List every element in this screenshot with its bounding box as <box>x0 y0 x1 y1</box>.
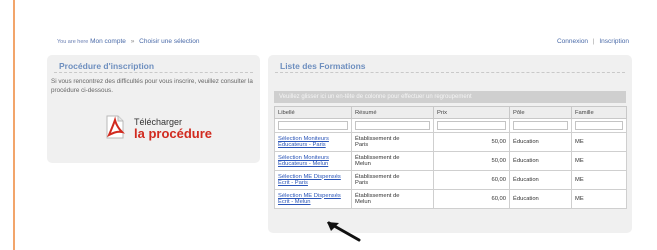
pointer-arrow-icon <box>327 221 361 242</box>
breadcrumb-separator: » <box>130 38 135 45</box>
formations-panel: Liste des Formations Veuillez glisser ic… <box>268 55 632 233</box>
top-links-separator: | <box>592 38 595 45</box>
breadcrumb-my-account-link[interactable]: Mon compte <box>90 38 126 45</box>
breadcrumb-choose-selection-link[interactable]: Choisir une sélection <box>139 38 199 45</box>
price-cell: 60,00 <box>433 170 510 190</box>
table-row: Sélection Moniteurs Educateurs - Paris Ét… <box>274 132 627 152</box>
filter-input-pole[interactable] <box>513 121 568 130</box>
pdf-icon <box>106 115 125 139</box>
resume-cell: Établissement de Paris <box>351 170 434 190</box>
page-left-rule <box>13 0 15 250</box>
table-header-row: Libellé Résumé Prix Pôle Famille <box>274 106 627 119</box>
table-row: Sélection ME Dispensés Ecrit - Melun Étab… <box>274 189 627 209</box>
table-row: Sélection ME Dispensés Ecrit - Paris Étab… <box>274 170 627 190</box>
formations-panel-divider <box>275 72 625 73</box>
famille-cell: ME <box>571 189 627 209</box>
procedure-panel: Procédure d'inscription Si vous rencontr… <box>47 55 260 163</box>
filter-input-prix[interactable] <box>437 121 506 130</box>
download-procedure-button[interactable]: Télécharger la procédure <box>105 112 215 146</box>
procedure-panel-title: Procédure d'inscription <box>59 61 155 71</box>
column-header-pole[interactable]: Pôle <box>509 106 572 119</box>
pole-cell: Éducation <box>509 170 572 190</box>
breadcrumb: You are here Mon compte » Choisir une sé… <box>57 38 199 45</box>
column-header-famille[interactable]: Famille <box>571 106 627 119</box>
famille-cell: ME <box>571 132 627 152</box>
table-row: Sélection Moniteurs Educateurs - Melun Ét… <box>274 151 627 171</box>
resume-cell: Établissement de Paris <box>351 132 434 152</box>
column-header-libelle[interactable]: Libellé <box>274 106 352 119</box>
price-cell: 60,00 <box>433 189 510 209</box>
pole-cell: Éducation <box>509 151 572 171</box>
register-link[interactable]: Inscription <box>599 38 629 45</box>
formation-link[interactable]: Sélection ME Dispensés Ecrit - Paris <box>278 174 341 187</box>
breadcrumb-prefix: You are here <box>57 39 89 45</box>
pole-cell: Éducation <box>509 132 572 152</box>
download-procedure-label: la procédure <box>134 126 213 141</box>
formation-link[interactable]: Sélection Moniteurs Educateurs - Melun <box>278 155 329 168</box>
resume-cell: Établissement de Melun <box>351 151 434 171</box>
column-header-resume[interactable]: Résumé <box>351 106 434 119</box>
formation-link[interactable]: Sélection ME Dispensés Ecrit - Melun <box>278 193 341 206</box>
group-by-drop-zone[interactable]: Veuillez glisser ici un en-tête de colon… <box>274 91 626 103</box>
filter-row <box>274 118 627 133</box>
famille-cell: ME <box>571 151 627 171</box>
filter-input-libelle[interactable] <box>278 121 348 130</box>
filter-input-famille[interactable] <box>575 121 623 130</box>
filter-input-resume[interactable] <box>355 121 430 130</box>
price-cell: 50,00 <box>433 132 510 152</box>
price-cell: 50,00 <box>433 151 510 171</box>
famille-cell: ME <box>571 170 627 190</box>
formations-panel-title: Liste des Formations <box>280 61 366 71</box>
formations-table: Libellé Résumé Prix Pôle Famille Sélecti… <box>274 106 627 209</box>
top-links: Connexion | Inscription <box>557 38 629 45</box>
formation-link[interactable]: Sélection Moniteurs Educateurs - Paris <box>278 136 329 149</box>
resume-cell: Établissement de Melun <box>351 189 434 209</box>
procedure-help-text: Si vous rencontrez des difficultés pour … <box>51 78 253 94</box>
pole-cell: Éducation <box>509 189 572 209</box>
column-header-prix[interactable]: Prix <box>433 106 510 119</box>
login-link[interactable]: Connexion <box>557 38 588 45</box>
